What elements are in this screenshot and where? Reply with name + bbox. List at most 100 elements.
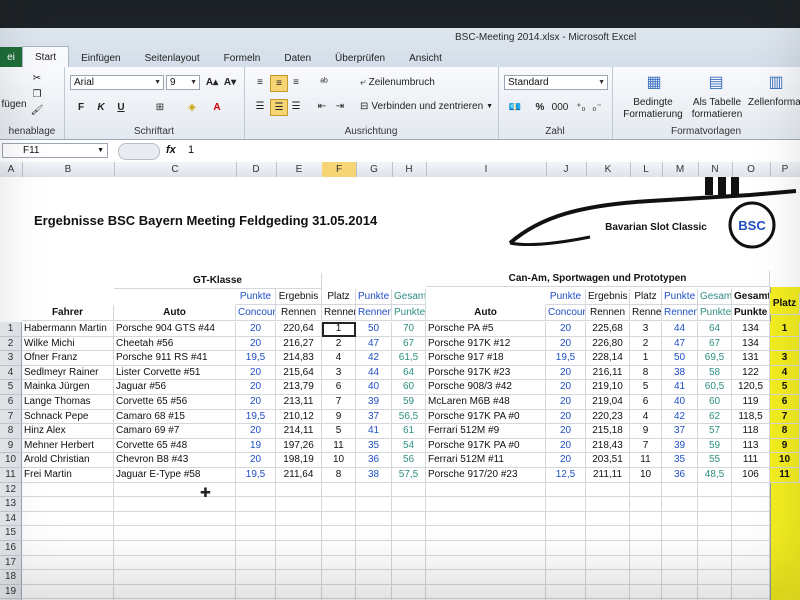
column-header-a[interactable]: A [0,162,23,177]
cell-punkte-concours-2[interactable]: 20 [546,336,586,352]
cell-punkte-concours-2[interactable]: 20 [546,453,586,468]
italic-button[interactable]: K [94,100,108,115]
column-header-b[interactable]: B [22,162,115,177]
empty-cell[interactable] [356,570,392,585]
row-header[interactable]: 2 [0,336,22,352]
cell-punkte-concours-2[interactable]: 20 [546,438,586,454]
row-header[interactable]: 3 [0,351,22,366]
empty-cell[interactable] [426,555,546,571]
cell-ergebnis-2[interactable]: 219,04 [586,395,630,410]
cell-platz-rennen[interactable]: 8 [322,468,356,483]
cell-punkte-rennen[interactable]: 35 [356,438,392,454]
column-header-k[interactable]: K [586,162,631,177]
cell-fahrer[interactable]: Ofner Franz [22,351,114,366]
cell-punkte-concours-2[interactable]: 20 [546,322,586,337]
cell-gesamt-total[interactable]: 113 [732,438,770,454]
column-header-g[interactable]: G [356,162,393,177]
empty-cell[interactable] [356,526,392,541]
tab-formeln[interactable]: Formeln [212,49,273,67]
row-header[interactable]: 11 [0,468,22,483]
cell-platz-final[interactable]: 3 [770,351,800,366]
cell-platz-rennen-2[interactable]: 9 [630,424,662,439]
empty-cell[interactable] [698,541,732,556]
cell-ergebnis[interactable]: 197,26 [276,438,322,454]
cell-ergebnis-2[interactable]: 218,43 [586,438,630,454]
cell-fahrer[interactable]: Hinz Alex [22,424,114,439]
font-color-icon[interactable]: A [209,100,225,115]
empty-cell[interactable] [356,482,392,498]
cell-gesamt-total[interactable]: 120,5 [732,380,770,395]
empty-cell[interactable] [322,511,356,527]
empty-cell[interactable] [586,526,630,541]
empty-cell[interactable] [662,570,698,585]
empty-cell[interactable] [276,570,322,585]
cell-gesamt[interactable]: 67 [392,336,426,352]
tab-seitenlayout[interactable]: Seitenlayout [133,49,212,67]
cell-punkte-concours[interactable]: 19,5 [236,468,276,483]
cell-auto[interactable]: Camaro 69 #7 [114,424,236,439]
cell-auto-2[interactable]: Porsche 917K #12 [426,336,546,352]
cell-gesamt-total[interactable]: 118 [732,424,770,439]
empty-cell[interactable] [114,526,236,541]
cell-ergebnis-2[interactable]: 225,68 [586,322,630,337]
cell-platz-final[interactable]: 6 [770,395,800,410]
cell-platz-rennen-2[interactable]: 7 [630,438,662,454]
column-header-i[interactable]: I [426,162,547,177]
row-header[interactable]: 13 [0,497,22,512]
empty-cell[interactable] [662,541,698,556]
cell-platz-rennen-2[interactable]: 1 [630,351,662,366]
empty-cell[interactable] [546,541,586,556]
tab-ueberpruefen[interactable]: Überprüfen [323,49,397,67]
cell-platz-rennen-2[interactable]: 11 [630,453,662,468]
cell-auto[interactable]: Corvette 65 #48 [114,438,236,454]
cell-fahrer[interactable]: Lange Thomas [22,395,114,410]
cell-platz-rennen[interactable]: 6 [322,380,356,395]
cell-auto-2[interactable]: Porsche 917 #18 [426,351,546,366]
empty-cell[interactable] [22,511,114,527]
empty-cell[interactable] [698,570,732,585]
cell-platz-final[interactable]: 9 [770,438,800,454]
empty-cell[interactable] [322,497,356,512]
empty-cell[interactable] [698,555,732,571]
empty-cell[interactable] [630,497,662,512]
empty-cell[interactable] [662,555,698,571]
cell-platz-final[interactable]: 8 [770,424,800,439]
empty-cell[interactable] [22,526,114,541]
worksheet[interactable]: Ergebnisse BSC Bayern Meeting Feldgeding… [0,177,800,600]
empty-cell[interactable] [114,497,236,512]
cell-gesamt[interactable]: 61,5 [392,351,426,366]
cell-gesamt[interactable]: 56 [392,453,426,468]
decrease-indent-icon[interactable]: ⇤ [314,99,330,114]
cell-punkte-concours[interactable]: 20 [236,380,276,395]
number-format-select[interactable]: Standard ▼ [504,75,608,90]
cell-platz-final[interactable]: 5 [770,380,800,395]
conditional-format-label-2[interactable]: Formatierung [618,109,688,120]
empty-cell[interactable] [236,570,276,585]
column-header-h[interactable]: H [392,162,427,177]
empty-cell[interactable] [356,511,392,527]
cell-punkte-rennen-2[interactable]: 39 [662,438,698,454]
empty-cell[interactable] [426,570,546,585]
cell-gesamt-2[interactable]: 67 [698,336,732,352]
cell-punkte-rennen-2[interactable]: 44 [662,322,698,337]
cell-auto[interactable]: Porsche 911 RS #41 [114,351,236,366]
cell-platz-rennen-2[interactable]: 5 [630,380,662,395]
cell-platz-rennen-2[interactable]: 10 [630,468,662,483]
row-header[interactable]: 1 [0,322,22,337]
empty-cell[interactable] [732,482,770,498]
decrease-decimal-icon[interactable]: ₀⁻ [590,100,604,115]
empty-cell[interactable] [114,541,236,556]
empty-cell[interactable] [586,497,630,512]
empty-cell[interactable] [236,541,276,556]
cell-punkte-rennen-2[interactable]: 50 [662,351,698,366]
empty-cell[interactable] [586,482,630,498]
cell-ergebnis-2[interactable]: 228,14 [586,351,630,366]
cell-gesamt-2[interactable]: 55 [698,453,732,468]
cell-punkte-concours[interactable]: 19,5 [236,351,276,366]
row-header[interactable]: 10 [0,453,22,468]
cell-gesamt[interactable]: 54 [392,438,426,454]
cell-platz-rennen[interactable]: 2 [322,336,356,352]
empty-cell[interactable] [546,526,586,541]
empty-cell[interactable] [322,541,356,556]
cell-fahrer[interactable]: Frei Martin [22,468,114,483]
